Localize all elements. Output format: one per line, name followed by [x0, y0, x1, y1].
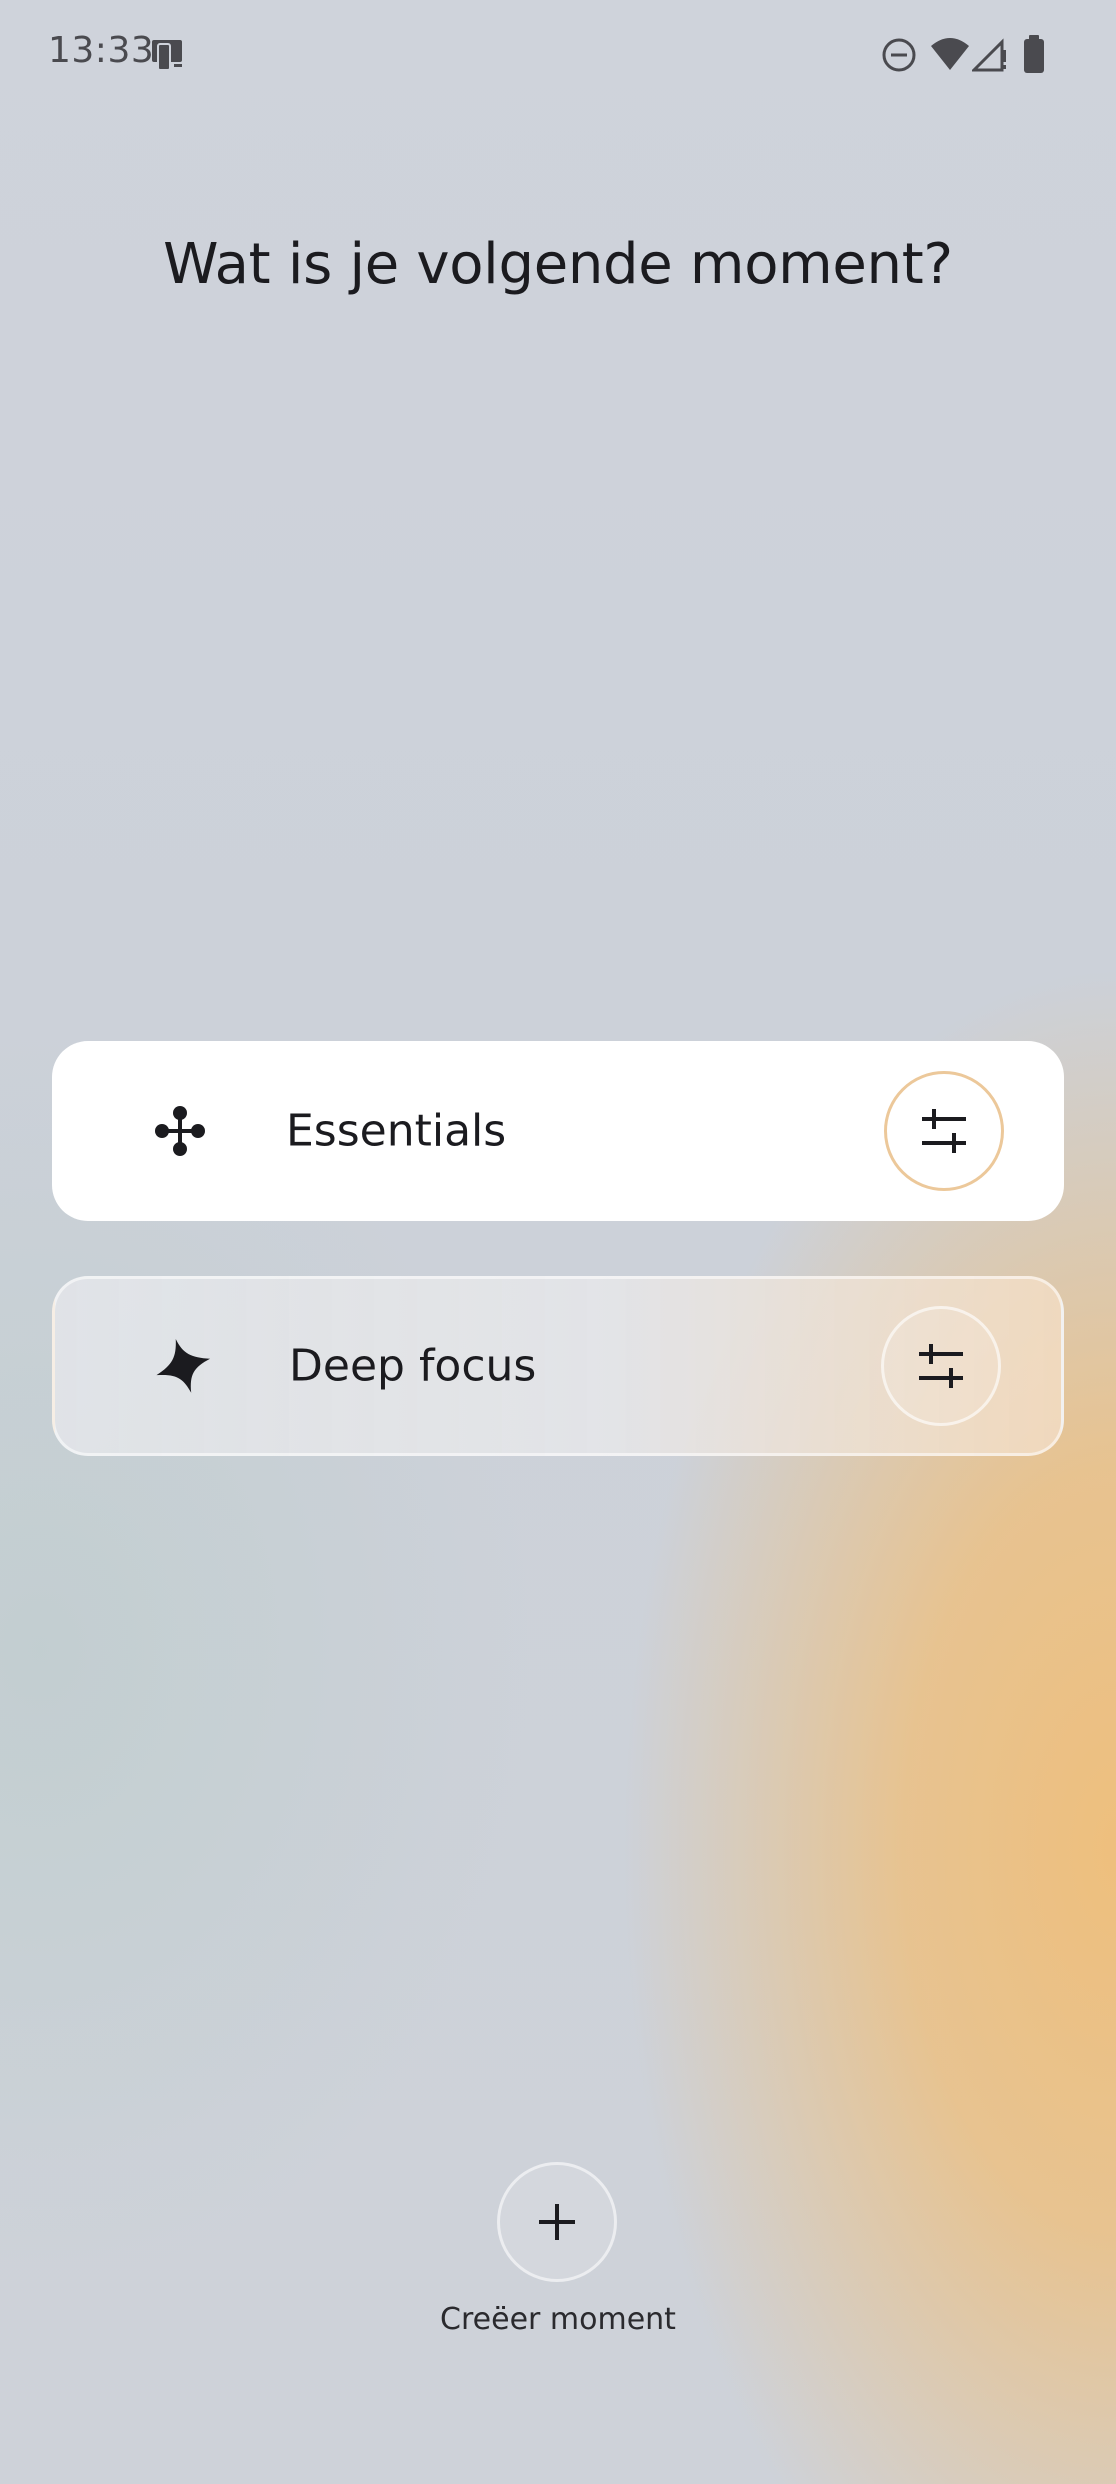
- cellular-signal-icon: [972, 38, 1006, 72]
- background-gradient: [0, 0, 1116, 2484]
- wifi-icon: [931, 38, 969, 70]
- page-title: Wat is je volgende moment?: [163, 232, 953, 297]
- four-dots-icon: [155, 1106, 205, 1156]
- screen-share-icon: [152, 40, 182, 71]
- status-bar: 13:33: [0, 0, 1116, 110]
- moment-label-essentials: Essentials: [286, 1105, 507, 1157]
- moment-card-essentials[interactable]: Essentials: [52, 1041, 1064, 1221]
- moment-label-deep-focus: Deep focus: [289, 1340, 537, 1392]
- create-moment-button[interactable]: [497, 2162, 617, 2282]
- plus-icon: [539, 2204, 575, 2240]
- sliders-icon: [919, 1344, 963, 1388]
- sliders-icon: [922, 1109, 966, 1153]
- battery-icon: [1024, 35, 1044, 73]
- deep-focus-settings-button[interactable]: [881, 1306, 1001, 1426]
- do-not-disturb-icon: [882, 38, 916, 72]
- create-moment-label: Creëer moment: [440, 2302, 676, 2337]
- essentials-settings-button[interactable]: [884, 1071, 1004, 1191]
- moment-card-deep-focus[interactable]: Deep focus: [52, 1276, 1064, 1456]
- four-point-star-icon: [156, 1338, 211, 1393]
- status-time: 13:33: [48, 30, 155, 71]
